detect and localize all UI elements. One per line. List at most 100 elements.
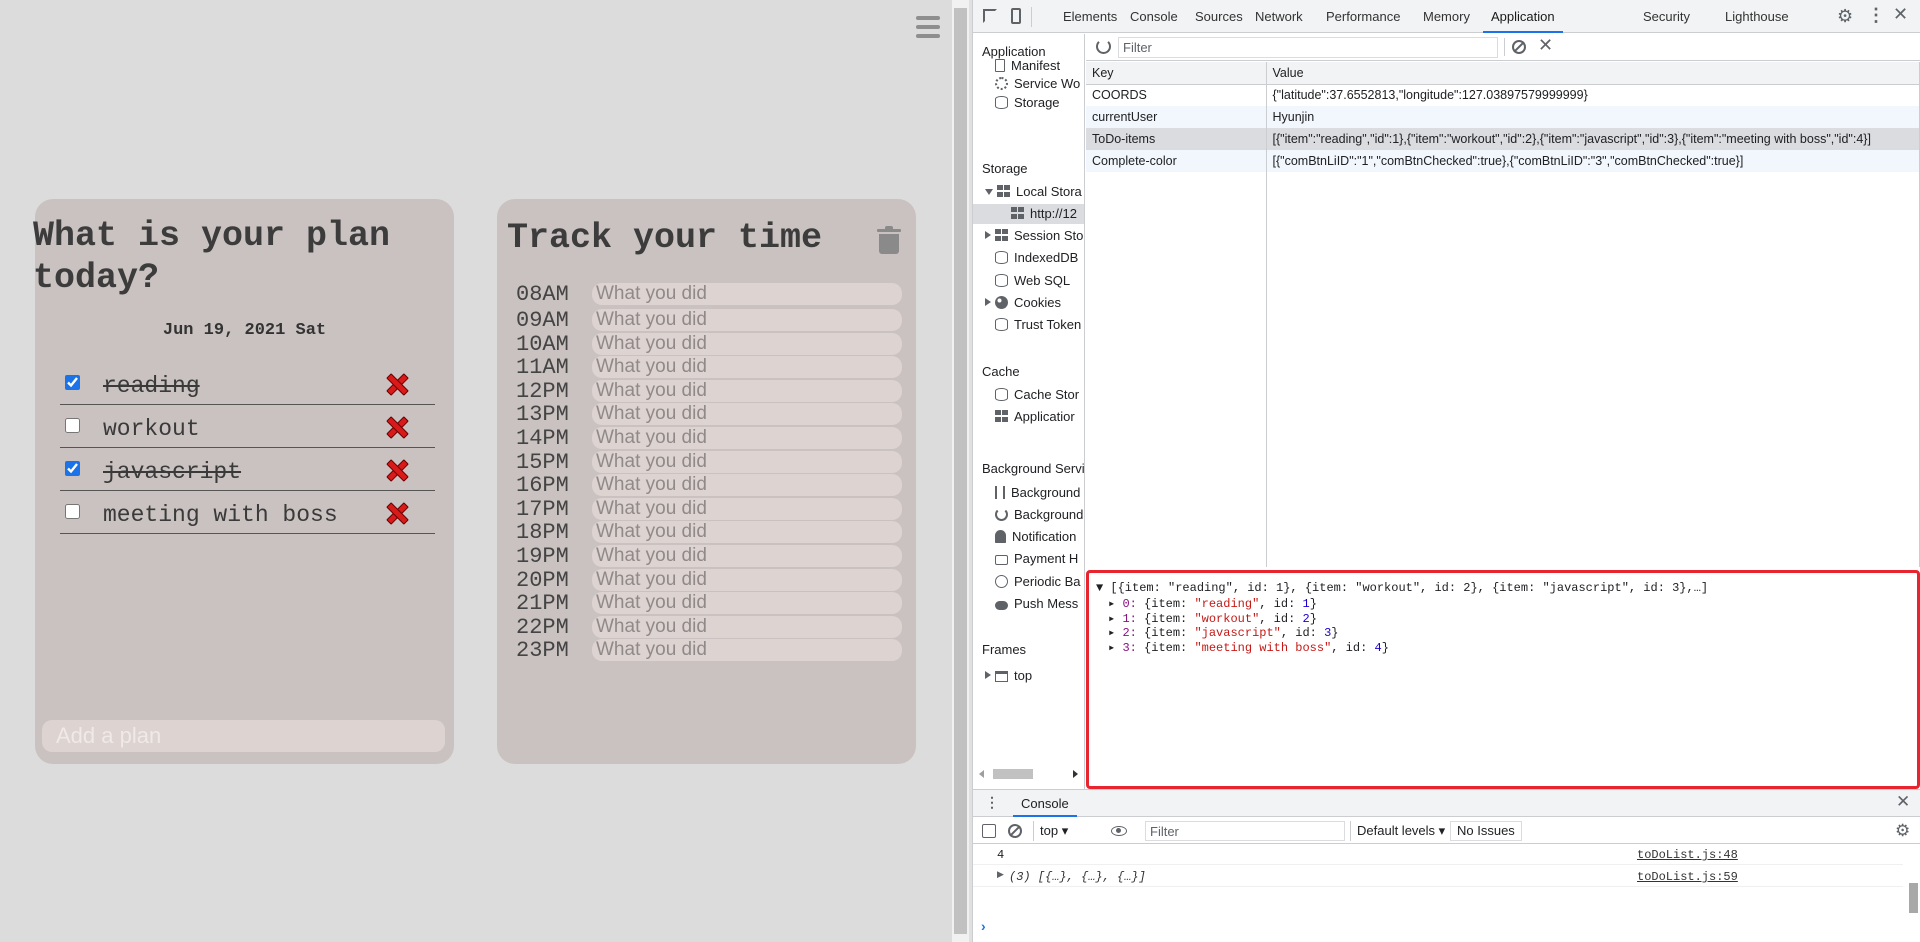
- sidebar-item-indexeddb[interactable]: IndexedDB: [995, 248, 1078, 268]
- issues-button[interactable]: No Issues: [1450, 821, 1522, 841]
- time-activity-input[interactable]: [592, 283, 902, 305]
- console-source-link[interactable]: toDoList.js:59: [1637, 870, 1738, 884]
- devtools-tab-performance[interactable]: Performance: [1326, 0, 1400, 33]
- sidebar-header-frames: Frames: [982, 642, 1027, 657]
- log-levels-dropdown[interactable]: Default levels ▾: [1350, 821, 1451, 841]
- console-prompt[interactable]: ›: [981, 918, 986, 934]
- sidebar-item-local-storage[interactable]: Local Stora: [985, 182, 1082, 202]
- devtools-tab-lighthouse[interactable]: Lighthouse: [1725, 0, 1789, 33]
- sidebar-item-cookies[interactable]: Cookies: [985, 293, 1061, 313]
- devtools-tab-security[interactable]: Security: [1643, 0, 1690, 33]
- sidebar-item-background-sync[interactable]: Background: [995, 505, 1083, 525]
- sidebar-item-notifications[interactable]: Notification: [995, 527, 1076, 547]
- device-toolbar-icon[interactable]: [1011, 8, 1021, 24]
- track-card: Track your time 08AM09AM10AM11AM12PM13PM…: [497, 199, 916, 764]
- devtools-tab-sources[interactable]: Sources: [1195, 0, 1243, 33]
- preview-array-summary[interactable]: ▼ [{item: "reading", id: 1}, {item: "wor…: [1096, 581, 1708, 595]
- drawer-menu-icon[interactable]: ⋮: [985, 794, 999, 811]
- row-key[interactable]: ToDo-items: [1086, 128, 1267, 150]
- table-row[interactable]: Complete-color [{"comBtnLiID":"1","comBtn…: [1086, 150, 1920, 172]
- sidebar-item-storage[interactable]: Storage: [995, 93, 1060, 113]
- table-row[interactable]: ToDo-items [{"item":"reading","id":1},{"i…: [1086, 128, 1920, 150]
- time-row: 21PM: [516, 588, 907, 616]
- hamburger-menu-icon[interactable]: [916, 16, 940, 38]
- time-row: 09AM: [516, 305, 907, 333]
- row-value[interactable]: [{"item":"reading","id":1},{"item":"work…: [1266, 128, 1920, 150]
- table-row[interactable]: currentUser Hyunjin: [1086, 106, 1920, 128]
- sidebar-item-frame-top[interactable]: top: [985, 666, 1032, 686]
- todo-checkbox[interactable]: [65, 375, 80, 390]
- sidebar-item-push-messaging[interactable]: Push Mess: [995, 594, 1078, 614]
- sidebar-item-trust-tokens[interactable]: Trust Token: [995, 315, 1081, 335]
- live-expression-eye-icon[interactable]: [1111, 826, 1127, 836]
- storage-filter-input[interactable]: [1118, 37, 1498, 58]
- clear-all-icon[interactable]: [1512, 40, 1526, 54]
- console-settings-gear-icon[interactable]: ⚙: [1895, 821, 1910, 841]
- delete-todo-icon[interactable]: [386, 416, 406, 436]
- preview-array-entry[interactable]: ▸ 1: {item: "workout", id: 2}: [1108, 611, 1317, 626]
- delete-todo-icon[interactable]: [386, 459, 406, 479]
- row-value[interactable]: [{"comBtnLiID":"1","comBtnChecked":true}…: [1266, 150, 1920, 172]
- database-icon: [995, 318, 1008, 331]
- sidebar-horizontal-scrollbar[interactable]: [973, 767, 1084, 781]
- console-toolbar: top ▾ Default levels ▾ No Issues ⚙: [973, 818, 1920, 844]
- todo-checkbox[interactable]: [65, 504, 80, 519]
- preview-array-entry[interactable]: ▸ 2: {item: "javascript", id: 3}: [1108, 625, 1339, 640]
- value-preview-panel: ▼ [{item: "reading", id: 1}, {item: "wor…: [1086, 570, 1920, 789]
- column-header-value[interactable]: Value: [1266, 62, 1920, 85]
- sidebar-item-service-workers[interactable]: Service Wo: [995, 74, 1080, 94]
- delete-todo-icon[interactable]: [386, 373, 406, 393]
- clear-console-icon[interactable]: [1008, 824, 1022, 838]
- trash-icon[interactable]: [877, 226, 901, 254]
- refresh-icon[interactable]: [1096, 39, 1111, 54]
- devtools-tab-application[interactable]: Application: [1483, 0, 1563, 33]
- console-message-text[interactable]: (3) [{…}, {…}, {…}]: [1009, 870, 1146, 884]
- preview-array-entry[interactable]: ▸ 3: {item: "meeting with boss", id: 4}: [1108, 640, 1389, 655]
- expand-arrow-icon[interactable]: ▶: [997, 870, 1004, 880]
- add-plan-input[interactable]: [42, 720, 445, 752]
- database-icon: [995, 251, 1008, 264]
- row-key[interactable]: COORDS: [1086, 84, 1267, 106]
- console-source-link[interactable]: toDoList.js:48: [1637, 848, 1738, 862]
- sidebar-item-local-storage-origin[interactable]: http://12: [973, 204, 1084, 224]
- page-scrollbar[interactable]: [952, 0, 969, 942]
- context-selector[interactable]: top ▾: [1033, 821, 1074, 841]
- sidebar-item-background-fetch[interactable]: Background: [995, 483, 1080, 503]
- sidebar-item-cache-storage[interactable]: Cache Stor: [995, 385, 1079, 405]
- delete-todo-icon[interactable]: [386, 502, 406, 522]
- preview-array-entry[interactable]: ▸ 0: {item: "reading", id: 1}: [1108, 596, 1317, 611]
- sidebar-item-periodic-sync[interactable]: Periodic Ba: [995, 572, 1080, 592]
- todo-checkbox[interactable]: [65, 461, 80, 476]
- table-row[interactable]: COORDS {"latitude":37.6552813,"longitude"…: [1086, 84, 1920, 106]
- close-drawer-icon[interactable]: ✕: [1896, 792, 1910, 812]
- delete-selected-icon[interactable]: ✕: [1538, 35, 1553, 56]
- sidebar-item-payment-handler[interactable]: Payment H: [995, 549, 1078, 569]
- plan-card: What is your plan today? Jun 19, 2021 Sa…: [33, 199, 454, 764]
- close-devtools-icon[interactable]: ✕: [1893, 4, 1908, 25]
- settings-gear-icon[interactable]: ⚙: [1837, 6, 1853, 27]
- console-scrollbar[interactable]: [1906, 845, 1920, 942]
- row-value[interactable]: Hyunjin: [1266, 106, 1920, 128]
- row-key[interactable]: currentUser: [1086, 106, 1267, 128]
- inspect-element-icon[interactable]: [983, 9, 997, 23]
- sidebar-item-session-storage[interactable]: Session Sto: [985, 226, 1083, 246]
- more-options-icon[interactable]: ⋮: [1867, 5, 1885, 26]
- sidebar-item-manifest[interactable]: Manifest: [995, 56, 1060, 76]
- row-key[interactable]: Complete-color: [1086, 150, 1267, 172]
- todo-text: workout: [103, 416, 200, 442]
- sidebar-item-web-sql[interactable]: Web SQL: [995, 271, 1070, 291]
- devtools-tab-elements[interactable]: Elements: [1063, 0, 1117, 33]
- time-row: 16PM: [516, 470, 907, 498]
- devtools-tab-console[interactable]: Console: [1130, 0, 1178, 33]
- row-value[interactable]: {"latitude":37.6552813,"longitude":127.0…: [1266, 84, 1920, 106]
- devtools-tab-network[interactable]: Network: [1255, 0, 1303, 33]
- time-row: 10AM: [516, 329, 907, 357]
- console-filter-input[interactable]: [1145, 821, 1345, 841]
- column-header-key[interactable]: Key: [1086, 62, 1267, 85]
- drawer-tab-console[interactable]: Console: [1013, 790, 1077, 817]
- sidebar-item-application-cache[interactable]: Applicatior: [995, 407, 1075, 427]
- time-activity-input[interactable]: [592, 639, 902, 662]
- devtools-tab-memory[interactable]: Memory: [1423, 0, 1470, 33]
- todo-checkbox[interactable]: [65, 418, 80, 433]
- console-sidebar-icon[interactable]: [982, 824, 996, 838]
